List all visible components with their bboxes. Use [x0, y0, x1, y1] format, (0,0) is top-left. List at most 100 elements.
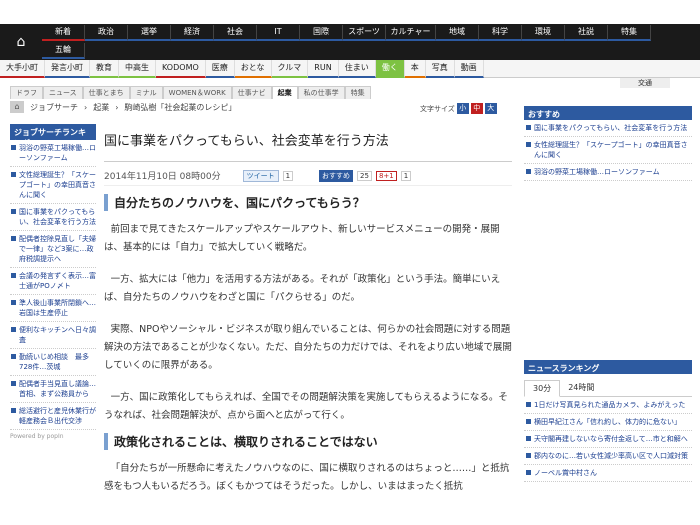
ranking-tab-24h[interactable]: 24時間	[560, 380, 602, 396]
list-item[interactable]: 配偶者手当見直し議論…首相、まず公務員から	[10, 376, 96, 403]
list-item[interactable]: 国に事業をパクってもらい、社会変革を行う方法	[10, 204, 96, 231]
sub-nav-item[interactable]: 本	[404, 60, 426, 78]
list-item-link[interactable]: 文性総理誕生？「スケープゴート」の幸田真音さんに聞く	[19, 170, 96, 200]
breadcrumb-item-kigyo[interactable]: 起業	[93, 102, 109, 113]
paragraph-3: 実際、NPOやソーシャル・ビジネスが取り組んでいることは、何らかの社会問題に対す…	[104, 324, 512, 371]
sub-nav-item[interactable]: 大手小町	[0, 60, 45, 78]
list-item-link[interactable]: 羽浴の野菜工場稼働…ローソンファーム	[534, 167, 660, 177]
sub-nav-item[interactable]: 医療	[205, 60, 235, 78]
list-item[interactable]: 郡内なのに…若い女性減少率高い区で人口減対策	[524, 448, 692, 465]
recommend-button[interactable]: おすすめ	[319, 169, 354, 182]
bullet-icon	[11, 300, 16, 305]
section-tab[interactable]: 特集	[344, 86, 371, 99]
section-tab[interactable]: 起業	[271, 86, 298, 99]
home-icon[interactable]: ⌂	[10, 32, 32, 52]
list-item[interactable]: 国に事業をパクってもらい、社会変革を行う方法	[524, 120, 692, 137]
section-tab[interactable]: ニュース	[43, 86, 83, 99]
list-item[interactable]: ノーベル賞中村さん	[524, 465, 692, 482]
sub-nav: 大手小町 発言小町 教育 中高生 KODOMO 医療 おとな クルマ RUN 住まい 働く本写真 動画	[0, 60, 700, 78]
list-item-link[interactable]: 勤続いじめ相談 最多728件…茨城	[19, 352, 96, 372]
sub-nav-item-kotsu[interactable]: 交通	[620, 78, 670, 88]
bullet-icon	[11, 209, 16, 214]
category-item[interactable]: 経済	[171, 25, 214, 41]
sub-nav-item[interactable]: 働く	[375, 60, 405, 78]
category-item[interactable]: IT	[257, 25, 300, 41]
font-size-control: 文字サイズ 小 中 大	[420, 103, 497, 114]
recommend-list: 国に事業をパクってもらい、社会変革を行う方法女性総理誕生？「スケープゴート」の幸…	[524, 120, 692, 181]
list-item-link[interactable]: 配偶者手当見直し議論…首相、まず公務員から	[19, 379, 96, 399]
section-tab[interactable]: 仕事とまち	[82, 86, 130, 99]
category-item[interactable]: 政治	[85, 25, 128, 41]
list-item[interactable]: 配偶者控除見直し「夫婦で一律」など3案に…政府税調提示へ	[10, 231, 96, 268]
category-item[interactable]: 新着	[42, 25, 85, 41]
category-item[interactable]: 地域	[436, 25, 479, 41]
sub-nav-item[interactable]: クルマ	[271, 60, 309, 78]
section-tab[interactable]: 仕事ナビ	[231, 86, 272, 99]
sub-nav-item[interactable]: RUN	[308, 60, 339, 78]
list-item[interactable]: 総活避行と産児休業行が軽産務会Ｂ出代交渉	[10, 403, 96, 430]
category-item[interactable]: 国際	[300, 25, 343, 41]
sub-nav-item[interactable]: おとな	[234, 60, 272, 78]
font-size-small-button[interactable]: 小	[456, 103, 469, 114]
news-ranking: ニュースランキング 30分 24時間 1日だけ写真見られた通品カメラ、よみがえっ…	[524, 360, 692, 482]
list-item-link[interactable]: 天守閣再建しないなら寄付金返して…市と和解へ	[534, 434, 688, 444]
list-item-link[interactable]: 1日だけ写真見られた通品カメラ、よみがえった	[534, 400, 685, 410]
gplus-button[interactable]: 8+1	[375, 170, 397, 181]
list-item-link[interactable]: ノーベル賞中村さん	[534, 468, 597, 478]
list-item-link[interactable]: 羽浴の野菜工場稼働…ローソンファーム	[19, 143, 96, 163]
bullet-icon	[11, 381, 16, 386]
tweet-button[interactable]: ツイート	[242, 169, 279, 182]
category-item[interactable]: 選挙	[128, 25, 171, 41]
list-item-link[interactable]: 国に事業をパクってもらい、社会変革を行う方法	[19, 207, 96, 227]
list-item-link[interactable]: 便利なキッチンへ日々調査	[19, 325, 96, 345]
list-item[interactable]: 横田早紀江さん「信れ約し、体力的に危ない」	[524, 414, 692, 431]
list-item-link[interactable]: 国に事業をパクってもらい、社会変革を行う方法	[534, 123, 687, 133]
list-item-link[interactable]: 郡内なのに…若い女性減少率高い区で人口減対策	[534, 451, 688, 461]
list-item[interactable]: 準人後山事業所閉鎖へ…岩国は生産停止	[10, 295, 96, 322]
section-tab[interactable]: ミナル	[129, 86, 163, 99]
list-item[interactable]: 女性総理誕生？「スケープゴート」の幸田真音さんに聞く	[524, 137, 692, 164]
list-item[interactable]: 勤続いじめ相談 最多728件…茨城	[10, 349, 96, 376]
category-item[interactable]: カルチャー	[386, 25, 436, 41]
list-item[interactable]: 羽浴の野菜工場稼働…ローソンファーム	[524, 164, 692, 181]
sub-nav-item[interactable]: 写真	[425, 60, 455, 78]
breadcrumb-home-icon[interactable]: ⌂	[10, 101, 24, 113]
news-ranking-tabs: 30分 24時間	[524, 380, 692, 397]
list-item[interactable]: 会議の発言ずく表示…富士通がPOノ〆ト	[10, 268, 96, 295]
sub-nav-item[interactable]: 発言小町	[45, 60, 90, 78]
sub-nav-item[interactable]: 動画	[454, 60, 484, 78]
ranking-tab-30min[interactable]: 30分	[524, 380, 561, 397]
breadcrumb-item-jobsearch[interactable]: ジョブサーチ	[30, 102, 78, 113]
list-item-link[interactable]: 配偶者控除見直し「夫婦で一律」など3案に…政府税調提示へ	[19, 234, 96, 264]
section-tab[interactable]: 私の仕事学	[297, 86, 345, 99]
sub-nav-item[interactable]: 教育	[90, 60, 119, 78]
category-item[interactable]: スポーツ	[343, 25, 386, 41]
list-item[interactable]: 文性総理誕生？「スケープゴート」の幸田真音さんに聞く	[10, 167, 96, 204]
breadcrumb-item-series[interactable]: 駒崎弘樹「社会起業のレシピ」	[124, 102, 236, 113]
list-item-link[interactable]: 女性総理誕生？「スケープゴート」の幸田真音さんに聞く	[534, 140, 692, 160]
list-item-link[interactable]: 横田早紀江さん「信れ約し、体力的に危ない」	[534, 417, 681, 427]
font-size-large-button[interactable]: 大	[484, 103, 497, 114]
sub-nav-item[interactable]: 中高生	[119, 60, 156, 78]
font-size-medium-button[interactable]: 中	[470, 103, 483, 114]
section-tab[interactable]: ドラフ	[10, 86, 43, 99]
category-item[interactable]: 特集	[608, 25, 651, 41]
sub-nav-item[interactable]: KODOMO	[156, 60, 206, 78]
list-item[interactable]: 天守閣再建しないなら寄付金返して…市と和解へ	[524, 431, 692, 448]
category-item[interactable]: 五輪	[42, 43, 85, 59]
list-item-link[interactable]: 会議の発言ずく表示…富士通がPOノ〆ト	[19, 271, 96, 291]
paragraph-5: 「自分たちが一所懸命に考えたノウハウなのに、国に横取りされるのはちょっと……」と…	[104, 463, 510, 492]
list-item-link[interactable]: 総活避行と産児休業行が軽産務会Ｂ出代交渉	[19, 406, 96, 426]
sub-nav-item[interactable]: 住まい	[338, 60, 376, 78]
list-item[interactable]: 1日だけ写真見られた通品カメラ、よみがえった	[524, 397, 692, 414]
list-item-link[interactable]: 準人後山事業所閉鎖へ…岩国は生産停止	[19, 298, 96, 318]
list-item[interactable]: 羽浴の野菜工場稼働…ローソンファーム	[10, 140, 96, 167]
list-item[interactable]: 便利なキッチンへ日々調査	[10, 322, 96, 349]
category-item[interactable]: 社説	[565, 25, 608, 41]
top-category-nav: ⌂ 新着 政治 選挙 経済 社会 IT 国際 スポーツ カルチャー 地域 科学 環境 社説 特集 五輪	[0, 24, 700, 60]
category-item[interactable]: 科学	[479, 25, 522, 41]
category-item[interactable]: 社会	[214, 25, 257, 41]
news-ranking-list: 1日だけ写真見られた通品カメラ、よみがえった 横田早紀江さん「信れ約し、体力的に危…	[524, 397, 692, 482]
category-item[interactable]: 環境	[522, 25, 565, 41]
section-tab[interactable]: WOMEN＆WORK	[162, 86, 232, 99]
